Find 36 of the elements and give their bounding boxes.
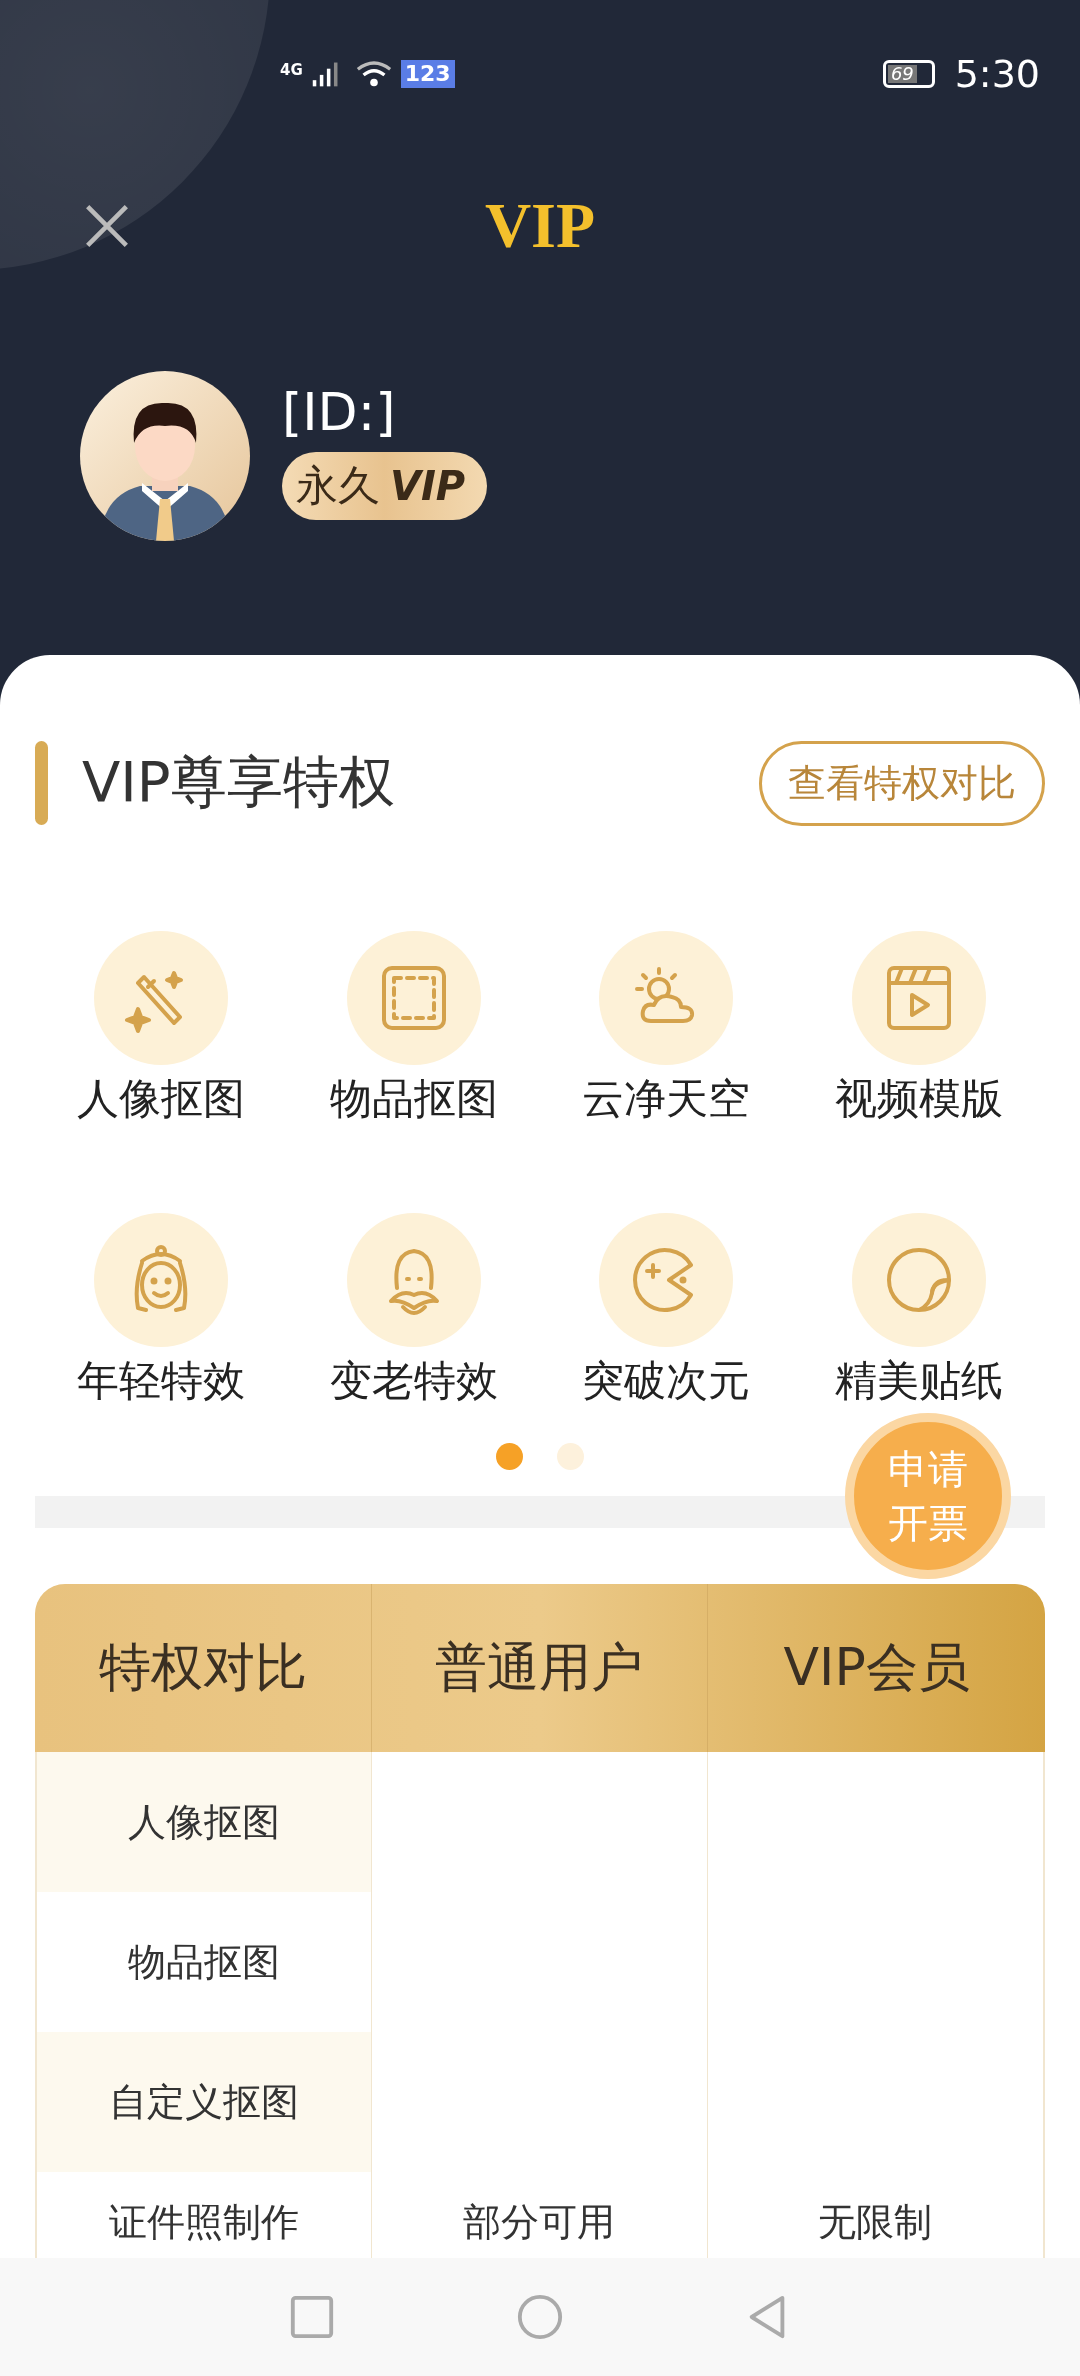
feature-label: 变老特效 [329, 1355, 498, 1407]
table-cell-text: 部分可用 [463, 2198, 616, 2246]
column-header: 普通用户 [371, 1584, 709, 1752]
feature-weather-icon[interactable] [599, 931, 734, 1065]
column-header: VIP会员 [782, 1636, 971, 1699]
home-icon[interactable] [516, 2293, 564, 2341]
page-title: VIP [484, 189, 596, 263]
network-label: 4G [280, 61, 303, 79]
feature-label: 突破次元 [582, 1355, 751, 1407]
feature-wand-icon[interactable] [94, 931, 229, 1065]
feature-label: 视频模版 [834, 1073, 1003, 1125]
invoice-button[interactable]: 申请开票 [845, 1413, 1011, 1579]
feature-label: 精美贴纸 [834, 1355, 1003, 1407]
membership-badge: 永久 VIP [282, 452, 488, 520]
user-id: [ID:] [282, 382, 397, 442]
close-icon[interactable] [84, 203, 130, 249]
avatar-icon [80, 371, 250, 541]
feature-label: 人像抠图 [77, 1073, 246, 1125]
input-badge: 123 [400, 60, 455, 88]
feature-cell: 人像抠图 [37, 1752, 373, 1892]
battery-icon: 69 [882, 60, 935, 88]
feature-girl-icon[interactable] [94, 1213, 229, 1347]
feature-cell: 自定义抠图 [37, 2032, 373, 2172]
feature-label: 物品抠图 [329, 1073, 498, 1125]
feature-pacman-icon[interactable] [599, 1213, 734, 1347]
compare-button[interactable]: 查看特权对比 [759, 740, 1045, 826]
wifi-icon [354, 59, 393, 89]
feature-label: 云净天空 [582, 1073, 751, 1125]
table-cell-text: 无限制 [818, 2198, 933, 2246]
clock-time: 5:30 [954, 52, 1040, 96]
feature-clapper-icon[interactable] [851, 931, 986, 1065]
feature-sticker-icon[interactable] [851, 1213, 986, 1347]
recents-icon[interactable] [288, 2293, 336, 2341]
feature-label: 年轻特效 [77, 1355, 246, 1407]
feature-frame-icon[interactable] [346, 931, 481, 1065]
section-title: VIP尊享特权 [82, 748, 396, 816]
